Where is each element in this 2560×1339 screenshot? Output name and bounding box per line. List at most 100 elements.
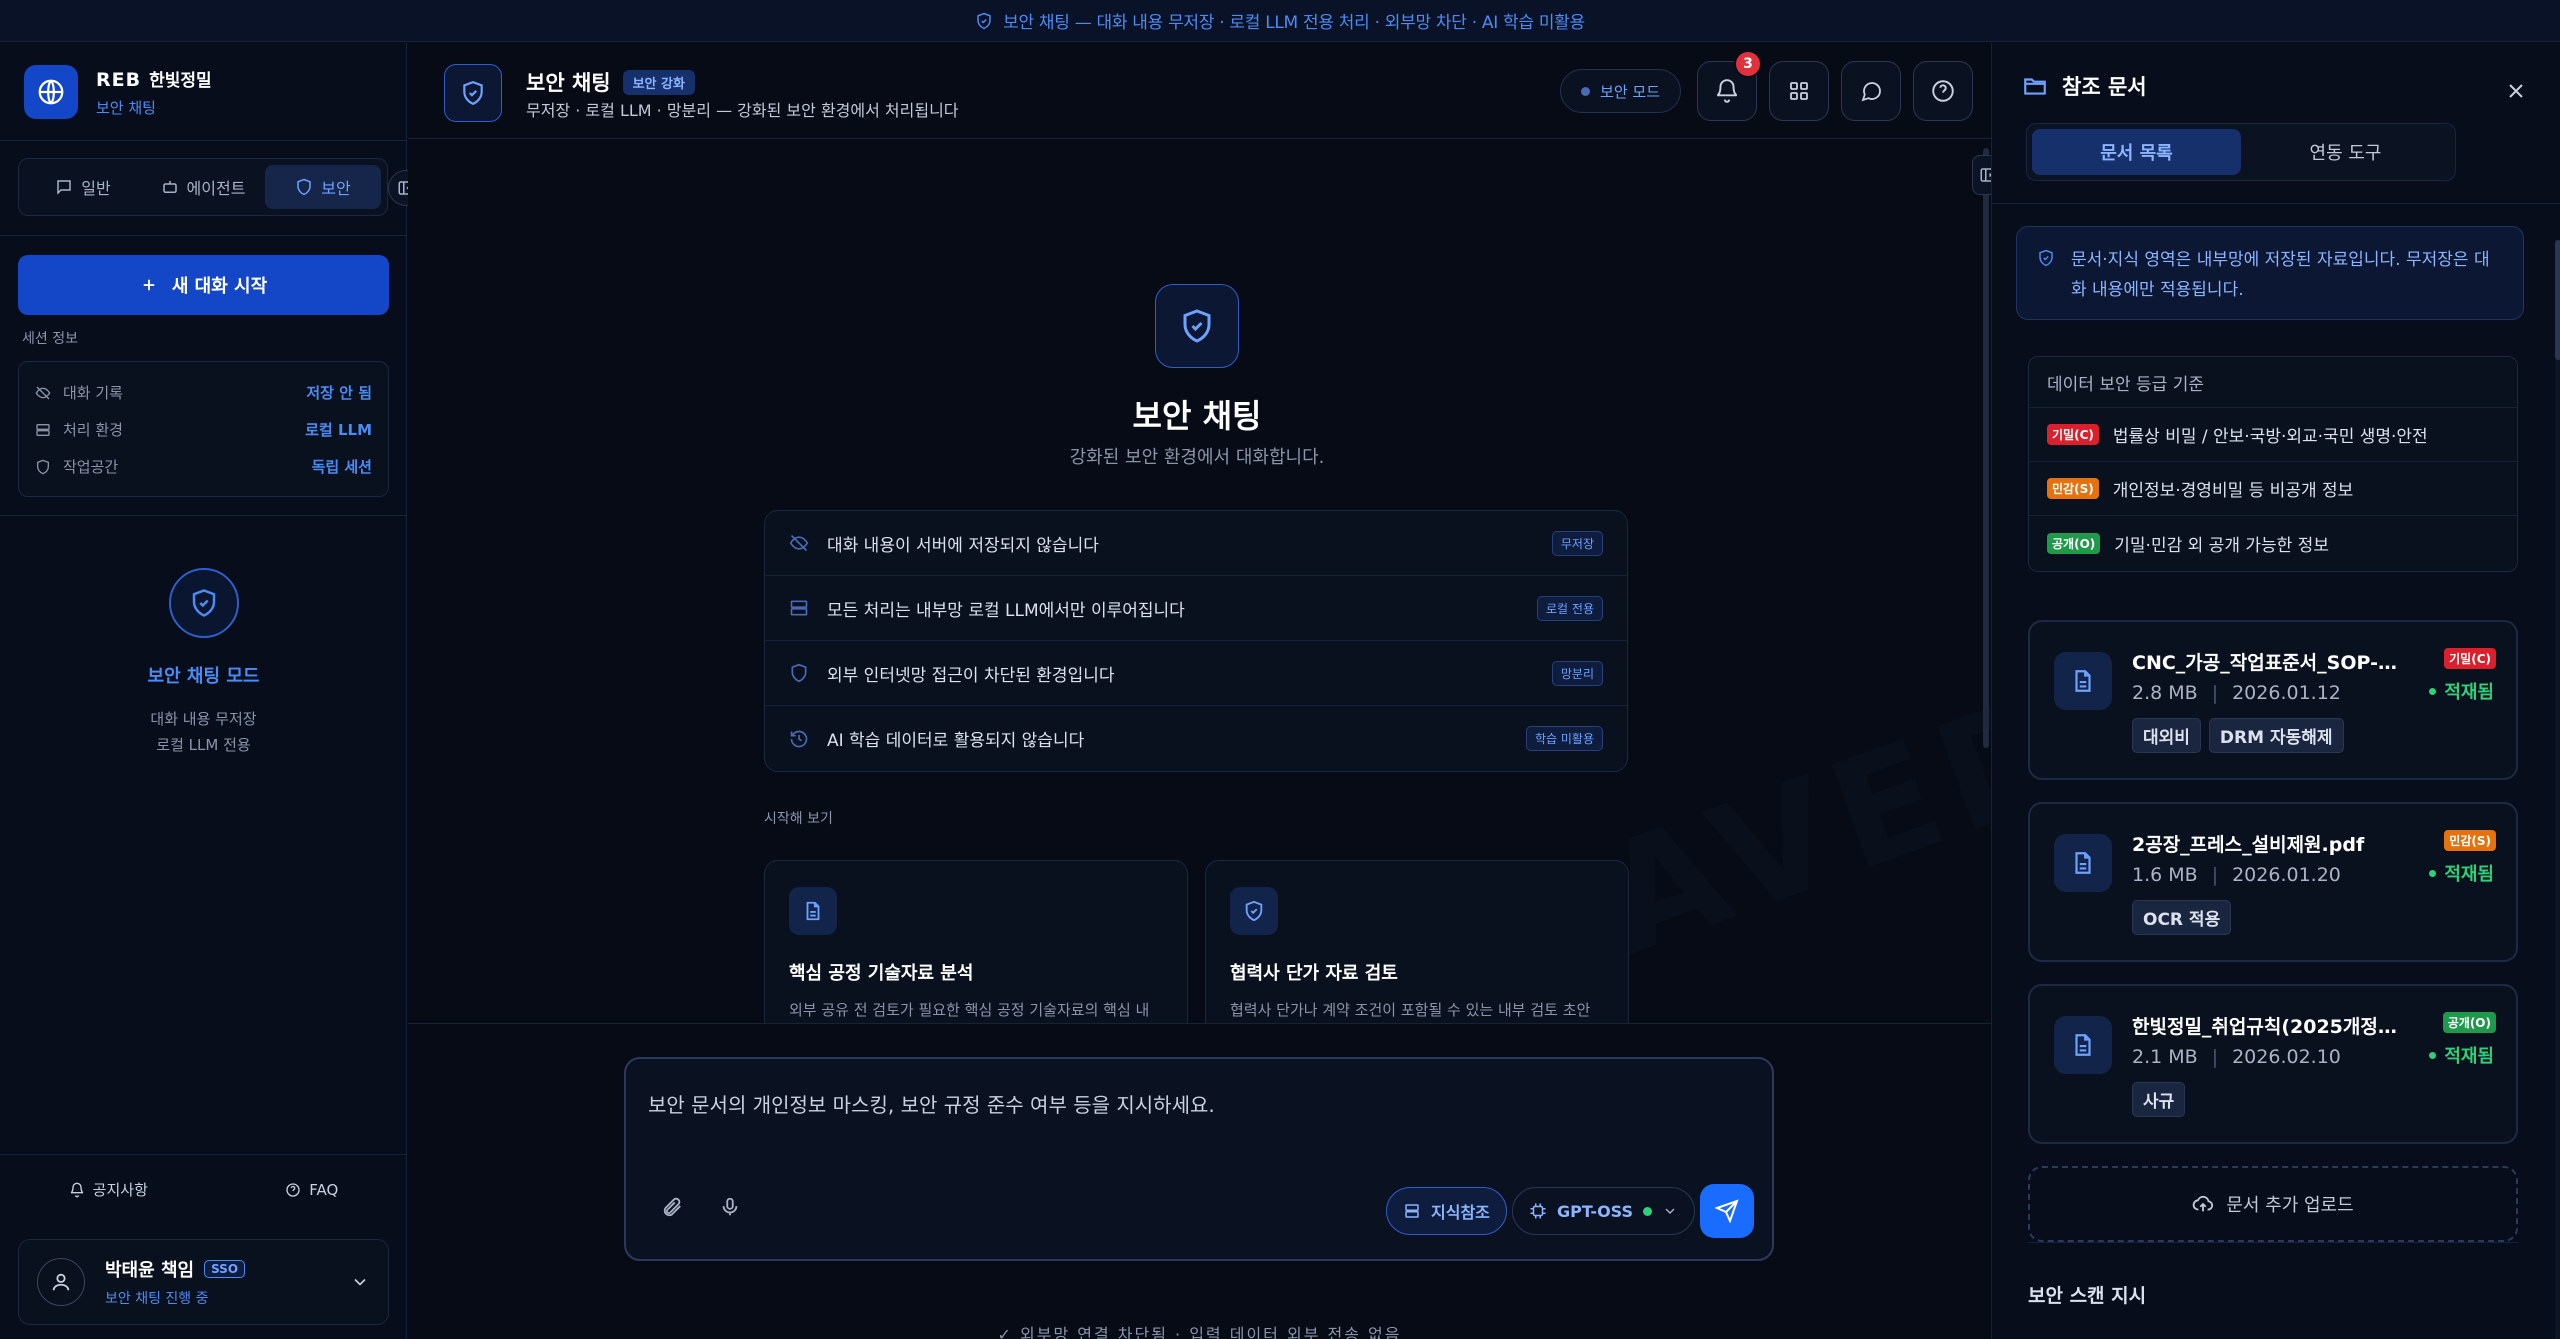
chat-header: 보안 채팅 보안 강화 무저장 · 로컬 LLM · 망분리 — 강화된 보안 환… <box>408 43 1991 139</box>
model-selector[interactable]: GPT-OSS <box>1512 1187 1695 1235</box>
document-name: CNC_가공_작업표준서_SOP-0... <box>2132 652 2402 674</box>
main-scrollbar[interactable] <box>1983 148 1989 748</box>
session-row: 대화 기록 저장 안 됨 <box>35 374 372 411</box>
session-row-value: 저장 안 됨 <box>306 384 372 402</box>
document-card[interactable]: CNC_가공_작업표준서_SOP-0... 2.8 MB | 2026.01.12 … <box>2028 620 2518 780</box>
shield-icon <box>35 459 51 475</box>
chevron-down-icon[interactable] <box>350 1272 370 1292</box>
database-icon <box>1403 1202 1421 1220</box>
start-label: 시작해 보기 <box>764 811 833 827</box>
document-tag: 사규 <box>2132 1082 2186 1117</box>
eye-off-icon <box>789 533 809 553</box>
tab-documents[interactable]: 문서 목록 <box>2032 129 2241 175</box>
document-size: 2.1 MB <box>2132 1046 2198 1068</box>
composer: 지식참조 GPT-OSS <box>624 1057 1774 1261</box>
suggestion-card[interactable]: 협력사 단가 자료 검토 협력사 단가나 계약 조건이 포함될 수 있는 내부 … <box>1205 860 1629 1040</box>
session-row: 작업공간 독립 세션 <box>35 448 372 485</box>
chat-icon <box>55 178 73 196</box>
divider <box>0 140 407 141</box>
info-text: 문서·지식 영역은 내부망에 저장된 자료입니다. 무저장은 대화 내용에만 적… <box>2071 250 2490 300</box>
network-footnote: ✓ 외부망 연결 차단됨 · 입력 데이터 외부 전송 없음 <box>997 1325 1402 1339</box>
mode-secure[interactable]: 보안 <box>265 165 381 209</box>
session-row: 처리 환경 로컬 LLM <box>35 411 372 448</box>
send-icon <box>1715 1199 1739 1223</box>
knowledge-reference-button[interactable]: 지식참조 <box>1386 1187 1507 1235</box>
composer-area: 지식참조 GPT-OSS ✓ 외부망 연결 차단됨 · 입력 데이터 외부 전송… <box>408 1023 1991 1339</box>
document-card[interactable]: 2공장_프레스_설비제원.pdf 1.6 MB | 2026.01.20 OCR 적… <box>2028 802 2518 962</box>
shield-icon <box>975 12 993 30</box>
feature-tag: 무저장 <box>1551 530 1603 556</box>
server-icon <box>35 422 51 438</box>
grade-tag: 기밀(C) <box>2047 424 2099 445</box>
help-button[interactable] <box>1913 61 1973 121</box>
upload-label: 문서 추가 업로드 <box>2226 1195 2354 1216</box>
security-grade-table: 데이터 보안 등급 기준 기밀(C) 법률상 비밀 / 안보·국방·외교·국민 … <box>2028 356 2518 572</box>
document-size: 2.8 MB <box>2132 682 2198 704</box>
message-input[interactable] <box>648 1093 1748 1117</box>
security-badge: 보안 강화 <box>622 69 695 95</box>
history-icon <box>789 729 809 749</box>
session-row-label: 작업공간 <box>63 458 119 476</box>
shield-icon <box>2037 249 2055 267</box>
secure-mode-line: 대화 내용 무저장 <box>150 710 257 728</box>
info-notice: 문서·지식 영역은 내부망에 저장된 자료입니다. 무저장은 대화 내용에만 적… <box>2016 226 2524 320</box>
mode-general[interactable]: 일반 <box>25 165 141 209</box>
banner-text: 보안 채팅 — 대화 내용 무저장 · 로컬 LLM 전용 처리 · 외부망 차… <box>1003 13 1585 33</box>
attach-button[interactable] <box>652 1187 692 1227</box>
feature-text: 외부 인터넷망 접근이 차단된 환경입니다 <box>827 665 1115 686</box>
messages-button[interactable] <box>1841 61 1901 121</box>
shield-check-icon <box>1155 284 1239 368</box>
apps-button[interactable] <box>1769 61 1829 121</box>
eye-off-icon <box>35 385 51 401</box>
microphone-icon <box>719 1196 741 1218</box>
security-scan-title: 보안 스캔 지시 <box>2028 1285 2147 1307</box>
feature-row: AI 학습 데이터로 활용되지 않습니다 학습 미활용 <box>765 706 1627 771</box>
microphone-button[interactable] <box>710 1187 750 1227</box>
robot-icon <box>161 178 179 196</box>
feature-text: 대화 내용이 서버에 저장되지 않습니다 <box>827 535 1099 556</box>
security-mode-pill[interactable]: 보안 모드 <box>1560 69 1681 113</box>
mode-agent[interactable]: 에이전트 <box>145 165 261 209</box>
document-status: 적재됨 <box>2444 1046 2494 1067</box>
tab-integration-tools[interactable]: 연동 도구 <box>2241 129 2450 175</box>
user-card[interactable]: 박태윤 책임 SSO 보안 채팅 진행 중 <box>18 1239 389 1325</box>
grade-desc: 개인정보·경영비밀 등 비공개 정보 <box>2112 481 2354 501</box>
document-icon <box>2054 834 2112 892</box>
notice-link[interactable]: 공지사항 <box>69 1179 148 1200</box>
new-chat-button[interactable]: 새 대화 시작 <box>18 255 389 315</box>
security-banner: 보안 채팅 — 대화 내용 무저장 · 로컬 LLM 전용 처리 · 외부망 차… <box>0 0 2560 42</box>
shield-icon <box>295 178 313 196</box>
status-dot <box>2429 1051 2437 1059</box>
shield-check-icon <box>444 64 502 122</box>
send-button[interactable] <box>1700 1184 1754 1238</box>
close-button[interactable] <box>2504 79 2528 103</box>
panel-scrollbar[interactable] <box>2555 240 2560 1339</box>
scrollbar-thumb[interactable] <box>2555 240 2560 360</box>
session-row-value: 로컬 LLM <box>305 421 372 439</box>
notification-count-badge: 3 <box>1734 50 1762 78</box>
document-icon <box>2054 652 2112 710</box>
card-desc: 외부 공유 전 검토가 필요한 핵심 공정 기술자료의 핵심 내 <box>789 1001 1150 1019</box>
folder-open-icon <box>2022 73 2048 99</box>
grade-row: 기밀(C) 법률상 비밀 / 안보·국방·외교·국민 생명·안전 <box>2029 408 2517 462</box>
brand[interactable]: REB 한빛정밀 보안 채팅 <box>24 65 212 119</box>
card-title: 핵심 공정 기술자료 분석 <box>789 963 974 984</box>
suggestion-card[interactable]: 핵심 공정 기술자료 분석 외부 공유 전 검토가 필요한 핵심 공정 기술자료… <box>764 860 1188 1040</box>
feature-row: 모든 처리는 내부망 로컬 LLM에서만 이루어집니다 로컬 전용 <box>765 576 1627 641</box>
notifications-button[interactable]: 3 <box>1697 50 1762 121</box>
cloud-upload-icon <box>2192 1193 2214 1215</box>
upload-document-button[interactable]: 문서 추가 업로드 <box>2028 1166 2518 1242</box>
grade-row: 민감(S) 개인정보·경영비밀 등 비공개 정보 <box>2029 462 2517 516</box>
reference-panel-title: 참조 문서 <box>2062 75 2147 99</box>
message-circle-icon <box>1859 79 1883 103</box>
avatar <box>37 1258 85 1306</box>
faq-link[interactable]: FAQ <box>285 1179 338 1200</box>
divider <box>0 235 407 236</box>
sso-badge: SSO <box>204 1260 246 1278</box>
shield-check-icon <box>1230 887 1278 935</box>
help-icon <box>285 1182 301 1198</box>
document-card[interactable]: 한빛정밀_취업규칙(2025개정).h... 2.1 MB | 2026.02.10… <box>2028 984 2518 1144</box>
mode-label: 에이전트 <box>186 179 246 198</box>
brand-company: 한빛정밀 <box>149 71 212 91</box>
status-dot <box>1581 86 1591 96</box>
